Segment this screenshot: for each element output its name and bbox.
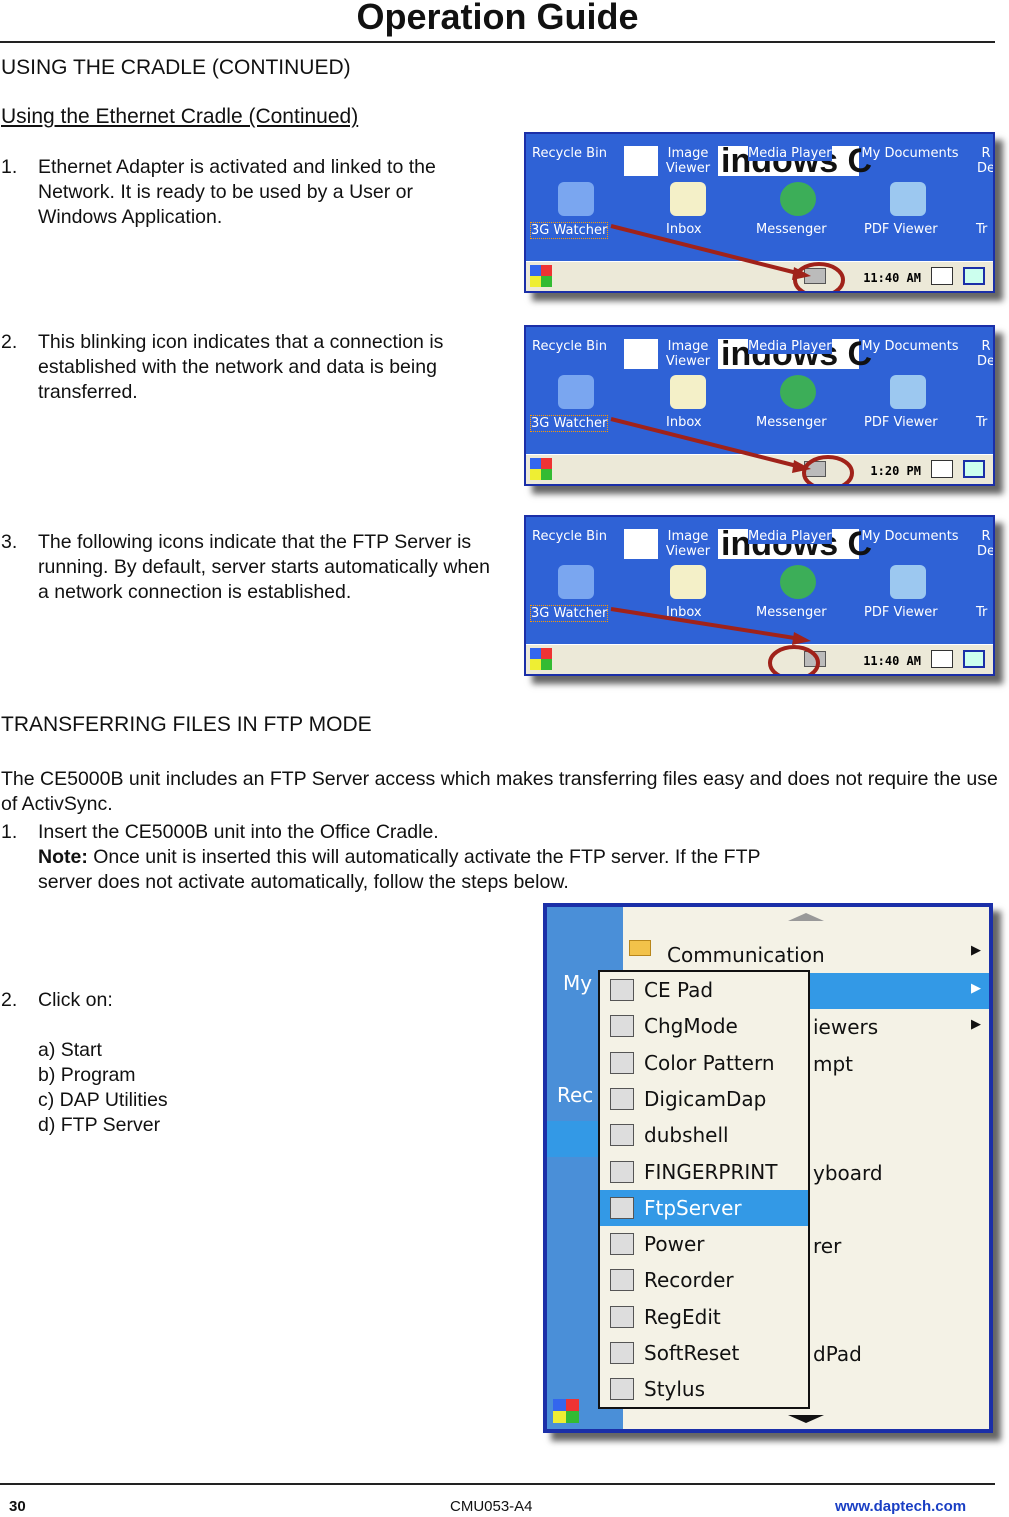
submenu-item-label: Stylus xyxy=(644,1377,706,1402)
fingerprint-icon xyxy=(610,1160,634,1183)
submenu-arrow-icon: ▶ xyxy=(971,981,981,996)
submenu-item-fingerprint[interactable]: FINGERPRINT xyxy=(600,1154,808,1190)
submenu-item-softreset[interactable]: SoftReset xyxy=(600,1335,808,1371)
note-label: Note: xyxy=(38,846,88,868)
submenu-item-regedit[interactable]: RegEdit xyxy=(600,1299,808,1335)
submenu-item-stylus[interactable]: Stylus xyxy=(600,1371,808,1407)
submenu-item-label: FINGERPRINT xyxy=(644,1159,778,1184)
digicamdap-icon xyxy=(610,1087,634,1110)
submenu-item-dubshell[interactable]: dubshell xyxy=(600,1117,808,1153)
color-pattern-icon xyxy=(610,1051,634,1074)
stylus-icon xyxy=(610,1378,634,1401)
submenu-item-label: Power xyxy=(644,1232,705,1257)
step-number: 1. xyxy=(1,821,18,843)
footer-rule xyxy=(0,1483,995,1485)
power-icon xyxy=(610,1233,634,1256)
substep: b) Program xyxy=(38,1064,136,1086)
regedit-icon xyxy=(610,1305,634,1328)
step-number: 3. xyxy=(1,531,18,553)
menu-item[interactable]: mpt xyxy=(813,1052,853,1076)
step-text: This blinking icon indicates that a conn… xyxy=(38,331,444,403)
section-heading: TRANSFERRING FILES IN FTP MODE xyxy=(1,713,372,736)
submenu-item-label: SoftReset xyxy=(644,1341,740,1365)
menu-item[interactable]: rer xyxy=(813,1234,841,1258)
highlight-circle xyxy=(793,262,845,291)
submenu-item-label: Recorder xyxy=(644,1268,734,1293)
softreset-icon xyxy=(610,1342,634,1364)
annotation-arrow xyxy=(610,224,845,291)
submenu-item-ftpserver[interactable]: FtpServer xyxy=(600,1189,808,1226)
submenu-item-label: FtpServer xyxy=(644,1195,742,1220)
substep: a) Start xyxy=(38,1039,102,1061)
annotation-arrow xyxy=(610,417,854,484)
folder-icon xyxy=(629,940,651,956)
submenu-item-label: DigicamDap xyxy=(644,1086,767,1111)
submenu-item-recorder[interactable]: Recorder xyxy=(600,1262,808,1298)
submenu-item-ce-pad[interactable]: CE Pad xyxy=(600,972,808,1008)
submenu-item-label: Color Pattern xyxy=(644,1050,775,1075)
desktop-screenshot: indows C Recycle Bin Image Viewer Media … xyxy=(524,515,995,676)
page-title: Operation Guide xyxy=(356,0,639,37)
subsection-heading: Using the Ethernet Cradle (Continued) xyxy=(1,105,359,128)
submenu-item-label: RegEdit xyxy=(644,1304,721,1329)
step-text: Click on: xyxy=(38,989,113,1011)
menu-item[interactable]: dPad xyxy=(813,1342,862,1366)
desktop-label: Rec xyxy=(557,1083,594,1107)
submenu-item-digicamdap[interactable]: DigicamDap xyxy=(600,1081,808,1117)
page-number: 30 xyxy=(9,1498,26,1515)
note-text: Note: Once unit is inserted this will au… xyxy=(38,845,778,895)
document-code: CMU053-A4 xyxy=(450,1498,533,1515)
intro-text: The CE5000B unit includes an FTP Server … xyxy=(1,768,998,815)
submenu-item-label: dubshell xyxy=(644,1123,729,1148)
submenu-arrow-icon: ▶ xyxy=(971,943,981,958)
ftpserver-icon xyxy=(610,1196,634,1219)
dubshell-icon xyxy=(610,1124,634,1147)
annotation-arrow xyxy=(610,607,820,674)
submenu-item-label: CE Pad xyxy=(644,978,714,1002)
scroll-up-icon[interactable] xyxy=(788,913,824,921)
highlight-circle xyxy=(768,645,820,674)
header-rule xyxy=(0,41,995,43)
recorder-icon xyxy=(610,1269,634,1292)
desktop-screenshot: indows C Recycle Bin Image Viewer Media … xyxy=(524,132,995,293)
submenu-item-chgmode[interactable]: ChgMode xyxy=(600,1008,808,1044)
substep: d) FTP Server xyxy=(38,1114,161,1136)
menu-item[interactable]: yboard xyxy=(813,1161,883,1185)
windows-start-icon[interactable] xyxy=(553,1399,579,1423)
step-text: Insert the CE5000B unit into the Office … xyxy=(38,821,439,843)
chgmode-icon xyxy=(610,1015,634,1038)
dap-utilities-submenu: CE Pad ChgMode Color Pattern DigicamDap dubs… xyxy=(598,970,810,1409)
note-body: Once unit is inserted this will automati… xyxy=(38,846,761,893)
step-text: Ethernet Adapter is activated and linked… xyxy=(38,156,436,228)
scroll-down-icon[interactable] xyxy=(788,1415,824,1423)
step-text: The following icons indicate that the FT… xyxy=(38,531,490,603)
submenu-arrow-icon: ▶ xyxy=(971,1017,981,1032)
section-heading: USING THE CRADLE (CONTINUED) xyxy=(1,56,351,79)
step-number: 1. xyxy=(1,156,18,178)
desktop-label: My xyxy=(563,971,593,995)
desktop-screenshot: indows C Recycle Bin Image Viewer Media … xyxy=(524,325,995,486)
submenu-item-power[interactable]: Power xyxy=(600,1226,808,1262)
menu-item[interactable]: iewers xyxy=(813,1015,878,1039)
submenu-item-label: ChgMode xyxy=(644,1014,738,1039)
step-number: 2. xyxy=(1,331,18,353)
start-menu-screenshot: My Rec Communication ▶ ▶ iewers ▶ mpt yb… xyxy=(543,903,993,1433)
highlight-circle xyxy=(802,455,854,484)
submenu-item-color-pattern[interactable]: Color Pattern xyxy=(600,1045,808,1081)
substep: c) DAP Utilities xyxy=(38,1089,168,1111)
ce-pad-icon xyxy=(610,979,634,1001)
website-link[interactable]: www.daptech.com xyxy=(835,1498,966,1515)
step-number: 2. xyxy=(1,989,18,1011)
menu-item-communication[interactable]: Communication xyxy=(667,943,825,967)
